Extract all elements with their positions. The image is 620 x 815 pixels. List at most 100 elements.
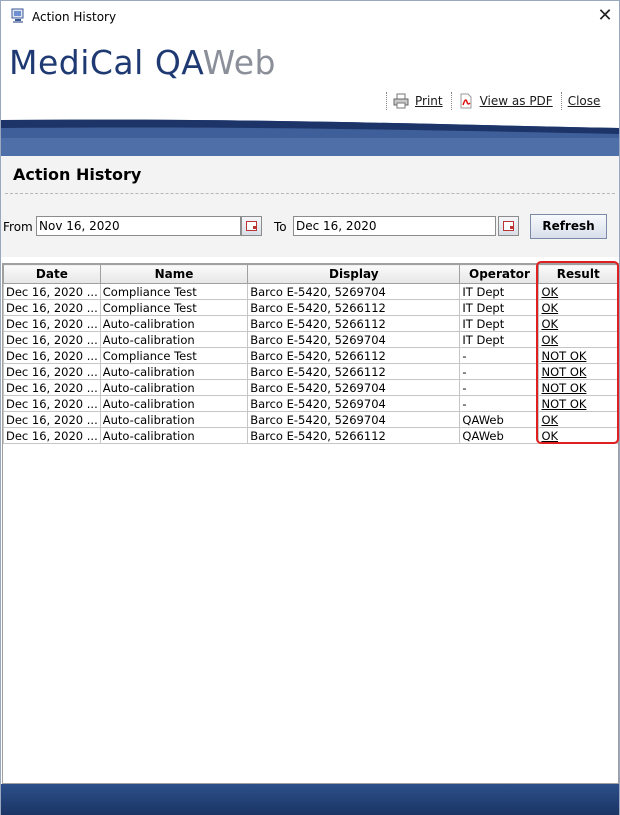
title-bar: Action History ✕ [1,1,619,32]
result-link[interactable]: NOT OK [538,347,618,364]
date-filter-bar: From Nov 16, 2020 To Dec 16, 2020 Refres… [1,201,619,257]
name-cell: Compliance Test [99,299,249,316]
date-cell: Dec 16, 2020 ... [3,363,101,380]
result-link[interactable]: OK [538,283,618,300]
column-header-result[interactable]: Result [538,264,618,284]
table-row[interactable]: Dec 16, 2020 ... Auto-calibration Barco E-… [3,315,618,332]
name-cell: Auto-calibration [99,427,249,444]
result-link[interactable]: OK [538,331,618,348]
column-header-operator[interactable]: Operator [459,264,540,284]
header-links: Print View as PDF Close [386,92,608,110]
result-link[interactable]: NOT OK [538,363,618,380]
window-title: Action History [32,10,117,24]
print-link-label: Print [415,94,443,108]
view-as-pdf-link[interactable]: View as PDF [458,93,553,109]
result-link[interactable]: OK [538,299,618,316]
result-link[interactable]: OK [538,411,618,428]
date-cell: Dec 16, 2020 ... [3,331,101,348]
operator-cell: IT Dept [459,283,540,300]
close-link-label: Close [567,94,601,108]
logo: MediCal QAWeb [9,43,276,82]
display-cell: Barco E-5420, 5269704 [247,379,461,396]
action-history-table-container[interactable]: Date Name Display Operator Result Dec 16… [2,263,619,784]
operator-cell: - [459,379,540,396]
table-row[interactable]: Dec 16, 2020 ... Compliance Test Barco E-5… [3,347,618,364]
window-close-icon[interactable]: ✕ [595,6,615,26]
operator-cell: - [459,347,540,364]
operator-cell: IT Dept [459,299,540,316]
table-row[interactable]: Dec 16, 2020 ... Auto-calibration Barco E-… [3,331,618,348]
app-header: MediCal QAWeb Print View as PDF Close [1,32,619,110]
page-title: Action History [13,165,142,184]
calendar-icon [246,221,257,231]
link-separator [450,92,452,110]
action-history-window: Action History ✕ MediCal QAWeb Print Vie… [0,0,620,815]
logo-accent: Web [202,43,277,82]
table-row[interactable]: Dec 16, 2020 ... Auto-calibration Barco E-… [3,411,618,428]
result-link[interactable]: OK [538,315,618,332]
name-cell: Compliance Test [99,347,249,364]
printer-icon [393,93,409,109]
header-banner [1,110,619,156]
section-header: Action History [1,156,619,201]
table-row[interactable]: Dec 16, 2020 ... Auto-calibration Barco E-… [3,395,618,412]
to-label: To [274,220,287,234]
display-cell: Barco E-5420, 5266112 [247,347,461,364]
to-calendar-button[interactable] [498,216,519,236]
print-link[interactable]: Print [393,93,443,109]
name-cell: Auto-calibration [99,315,249,332]
table-row[interactable]: Dec 16, 2020 ... Compliance Test Barco E-5… [3,283,618,300]
display-cell: Barco E-5420, 5269704 [247,283,461,300]
display-cell: Barco E-5420, 5269704 [247,395,461,412]
app-icon [11,8,24,23]
result-link[interactable]: NOT OK [538,379,618,396]
from-calendar-button[interactable] [241,216,262,236]
result-link[interactable]: OK [538,427,618,444]
table-row[interactable]: Dec 16, 2020 ... Auto-calibration Barco E-… [3,379,618,396]
to-date-field[interactable]: Dec 16, 2020 [293,216,496,236]
operator-cell: IT Dept [459,331,540,348]
operator-cell: IT Dept [459,315,540,332]
date-cell: Dec 16, 2020 ... [3,299,101,316]
action-history-table: Date Name Display Operator Result Dec 16… [3,264,618,444]
link-separator [560,92,562,110]
display-cell: Barco E-5420, 5266112 [247,427,461,444]
date-cell: Dec 16, 2020 ... [3,379,101,396]
date-cell: Dec 16, 2020 ... [3,411,101,428]
pdf-icon [460,93,472,109]
table-row[interactable]: Dec 16, 2020 ... Auto-calibration Barco E-… [3,363,618,380]
section-divider [5,193,615,194]
name-cell: Auto-calibration [99,379,249,396]
table-row[interactable]: Dec 16, 2020 ... Compliance Test Barco E-5… [3,299,618,316]
name-cell: Auto-calibration [99,411,249,428]
logo-main: MediCal QA [9,43,203,82]
operator-cell: QAWeb [459,427,540,444]
calendar-icon [503,221,514,231]
name-cell: Auto-calibration [99,331,249,348]
result-link[interactable]: NOT OK [538,395,618,412]
date-cell: Dec 16, 2020 ... [3,395,101,412]
display-cell: Barco E-5420, 5266112 [247,363,461,380]
table-row[interactable]: Dec 16, 2020 ... Auto-calibration Barco E-… [3,427,618,444]
date-cell: Dec 16, 2020 ... [3,315,101,332]
from-date-field[interactable]: Nov 16, 2020 [36,216,241,236]
operator-cell: - [459,395,540,412]
from-label: From [3,220,33,234]
display-cell: Barco E-5420, 5269704 [247,411,461,428]
column-header-date[interactable]: Date [3,264,101,284]
refresh-button[interactable]: Refresh [530,214,607,239]
name-cell: Auto-calibration [99,363,249,380]
display-cell: Barco E-5420, 5266112 [247,299,461,316]
column-header-display[interactable]: Display [247,264,461,284]
date-cell: Dec 16, 2020 ... [3,283,101,300]
column-header-name[interactable]: Name [99,264,249,284]
link-separator [386,92,387,110]
operator-cell: - [459,363,540,380]
close-link[interactable]: Close [568,94,601,108]
display-cell: Barco E-5420, 5269704 [247,331,461,348]
name-cell: Compliance Test [99,283,249,300]
footer-bar [1,784,619,815]
operator-cell: QAWeb [459,411,540,428]
display-cell: Barco E-5420, 5266112 [247,315,461,332]
name-cell: Auto-calibration [99,395,249,412]
